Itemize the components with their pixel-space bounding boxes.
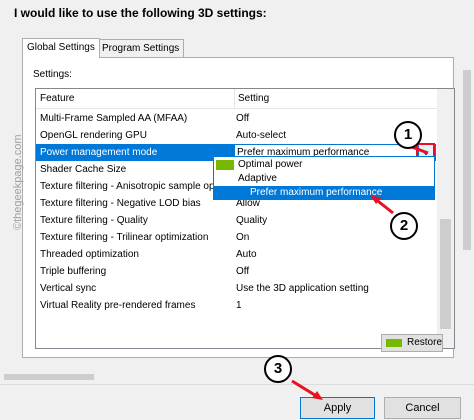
step-callout-3: 3 xyxy=(264,355,292,383)
step-callout-2: 2 xyxy=(390,212,418,240)
step-callout-1: 1 xyxy=(394,121,422,149)
arrow-3 xyxy=(291,379,319,399)
annotation-arrows xyxy=(291,141,429,400)
